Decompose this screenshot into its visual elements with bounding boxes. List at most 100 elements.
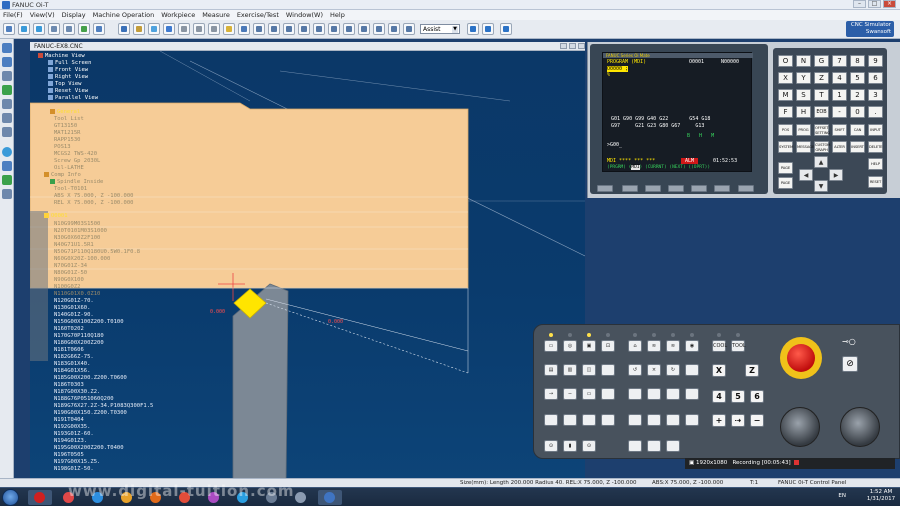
zoom-window-icon[interactable] (48, 23, 60, 35)
program-line[interactable]: N194G01Z3. (54, 438, 87, 444)
axis-x-button[interactable]: X (712, 364, 726, 377)
minus-button[interactable]: − (750, 414, 764, 427)
spindle-ccw-button[interactable]: ↺ (628, 364, 642, 376)
program-line[interactable]: N181T0606 (54, 347, 84, 353)
program-line[interactable]: N191T0404 (54, 417, 84, 423)
tree-item[interactable]: MAT1215R (54, 130, 81, 136)
tree-item[interactable]: Machine View (38, 53, 85, 59)
axis-5-button[interactable]: 5 (731, 390, 745, 403)
panel-button[interactable] (647, 414, 661, 426)
tree-item[interactable]: General (50, 109, 80, 115)
menu-display[interactable]: Display (62, 11, 86, 19)
menu-window[interactable]: Window(W) (286, 11, 323, 19)
door-icon[interactable] (178, 23, 190, 35)
window-icon[interactable] (358, 23, 370, 35)
panel-button[interactable] (685, 414, 699, 426)
tree-item[interactable]: Full Screen (48, 60, 91, 66)
tree-item[interactable]: Parallel View (48, 95, 98, 101)
panel-button[interactable] (563, 414, 577, 426)
page-icon[interactable] (2, 127, 12, 137)
softkey-left[interactable] (597, 185, 613, 192)
softkey-3[interactable] (668, 185, 684, 192)
plus-button[interactable]: + (712, 414, 726, 427)
key-3[interactable]: 3 (868, 89, 883, 101)
program-line[interactable]: N80G01Z-50 (54, 270, 87, 276)
axis-z-button[interactable]: Z (745, 364, 759, 377)
mst-lock-button[interactable] (601, 388, 615, 400)
edit-icon[interactable] (2, 57, 12, 67)
key-system[interactable]: SYSTEM (778, 141, 793, 153)
jog-button[interactable]: ≋ (647, 340, 661, 352)
close-button[interactable]: × (883, 0, 896, 8)
key-G[interactable]: G (814, 55, 829, 67)
exit-icon[interactable] (500, 23, 512, 35)
screen-icon[interactable] (238, 23, 250, 35)
key-can[interactable]: CAN (850, 124, 865, 136)
help-icon[interactable] (298, 23, 310, 35)
key-delete[interactable]: DELETE (868, 141, 883, 153)
program-line[interactable]: N130G01X60. (54, 305, 90, 311)
camera-icon[interactable] (328, 23, 340, 35)
inc-jog-button[interactable]: ≋ (666, 340, 680, 352)
key-Y[interactable]: Y (796, 72, 811, 84)
key-H[interactable]: H (796, 106, 811, 118)
menu-exercise-test[interactable]: Exercise/Test (237, 11, 279, 19)
tree-item[interactable]: Tool List (54, 116, 84, 122)
program-line[interactable]: N110G01X0.0Z10 (54, 291, 100, 297)
language-indicator[interactable]: EN (838, 493, 846, 500)
key-page-up[interactable]: PAGE (778, 162, 793, 174)
tree-item[interactable]: GT13150 (54, 123, 77, 129)
program-line[interactable]: N50G71P110Q180U0.5W0.1F0.8 (54, 249, 140, 255)
auto-mode-button[interactable]: ◎ (563, 340, 577, 352)
key-offset-setting[interactable]: OFFSET SETTING (814, 124, 830, 136)
key-O[interactable]: O (778, 55, 793, 67)
program-line[interactable]: N180G00X200Z200 (54, 340, 104, 346)
key-7[interactable]: 7 (832, 55, 847, 67)
select-icon[interactable] (2, 43, 12, 53)
tool-list-icon[interactable] (2, 189, 12, 199)
softkey-1[interactable] (622, 185, 638, 192)
panel-button[interactable] (582, 414, 596, 426)
panel-button[interactable] (666, 440, 680, 452)
tree-item[interactable]: ABS X 75.000, Z -100.000 (54, 193, 133, 199)
grid-icon[interactable] (313, 23, 325, 35)
check-icon[interactable] (2, 85, 12, 95)
key-minus[interactable]: - (832, 106, 847, 118)
key-S[interactable]: S (796, 89, 811, 101)
tree-item[interactable]: Front View (48, 67, 88, 73)
maximize-button[interactable]: □ (868, 0, 881, 8)
panel-button[interactable] (628, 414, 642, 426)
tool-button[interactable]: TOOL (731, 340, 746, 352)
program-line[interactable]: N192G00X35. (54, 424, 90, 430)
sound-icon[interactable] (208, 23, 220, 35)
globe-icon[interactable] (2, 147, 12, 157)
tree-item[interactable]: Top View (48, 81, 82, 87)
chart-icon[interactable] (2, 175, 12, 185)
record-icon[interactable] (253, 23, 265, 35)
arrow-up-icon[interactable]: ▲ (814, 156, 828, 168)
program-line[interactable]: N190G00X150.Z200.T0300 (54, 410, 127, 416)
chips-icon[interactable] (193, 23, 205, 35)
tree-item-program[interactable]: O0001 (44, 213, 68, 219)
zoom-out-icon[interactable] (33, 23, 45, 35)
print-icon[interactable] (343, 23, 355, 35)
program-line[interactable]: N70G01Z-34 (54, 263, 87, 269)
key-T[interactable]: T (814, 89, 829, 101)
program-stop-button[interactable]: ⊙ (582, 440, 596, 452)
menu-view[interactable]: View(V) (30, 11, 55, 19)
layout-icon[interactable] (373, 23, 385, 35)
key-message[interactable]: MESSAGE (796, 141, 814, 153)
program-line[interactable]: N100G0Z2 (54, 284, 81, 290)
menu-help[interactable]: Help (330, 11, 345, 19)
spindle-override-dial[interactable] (840, 407, 880, 447)
aux-lock-button[interactable]: ▭ (582, 388, 596, 400)
play-icon[interactable] (268, 23, 280, 35)
program-line[interactable]: N189G76X27.2Z-34.P1083Q300F1.5 (54, 403, 153, 409)
arrow-right-icon[interactable]: ▶ (829, 169, 843, 181)
clock-time[interactable]: 1:52 AM (864, 489, 898, 496)
panel-button[interactable] (666, 414, 680, 426)
list-icon[interactable] (2, 99, 12, 109)
key-help[interactable]: HELP (868, 158, 883, 170)
program-line[interactable]: N184G01X56. (54, 368, 90, 374)
menu-measure[interactable]: Measure (202, 11, 230, 19)
